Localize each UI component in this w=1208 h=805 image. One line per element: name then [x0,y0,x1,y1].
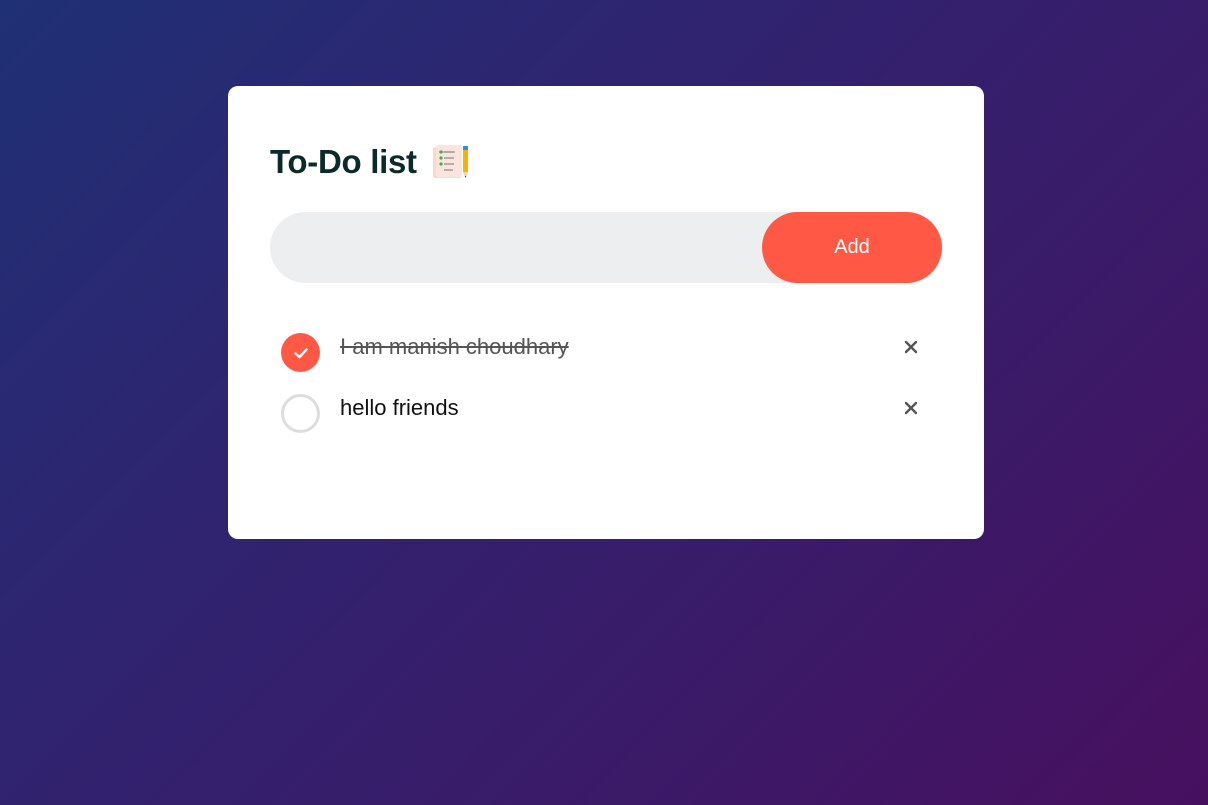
add-task-row: Add [270,212,942,283]
add-button[interactable]: Add [762,212,942,283]
task-text: I am manish choudhary [340,334,569,359]
task-input[interactable] [270,212,762,283]
close-icon[interactable] [900,397,922,419]
task-list: I am manish choudhary hello friends [270,333,942,455]
notepad-with-pencil-icon [431,143,471,181]
task-text: hello friends [340,395,459,420]
page-title: To-Do list [270,143,417,180]
unchecked-circle-icon[interactable] [281,394,320,433]
task-item[interactable]: hello friends [270,394,942,455]
title-row: To-Do list [270,142,942,182]
todo-card: To-Do list Add I am manish choudhary hel… [228,86,984,539]
task-item[interactable]: I am manish choudhary [270,333,942,394]
checked-circle-icon[interactable] [281,333,320,372]
close-icon[interactable] [900,336,922,358]
